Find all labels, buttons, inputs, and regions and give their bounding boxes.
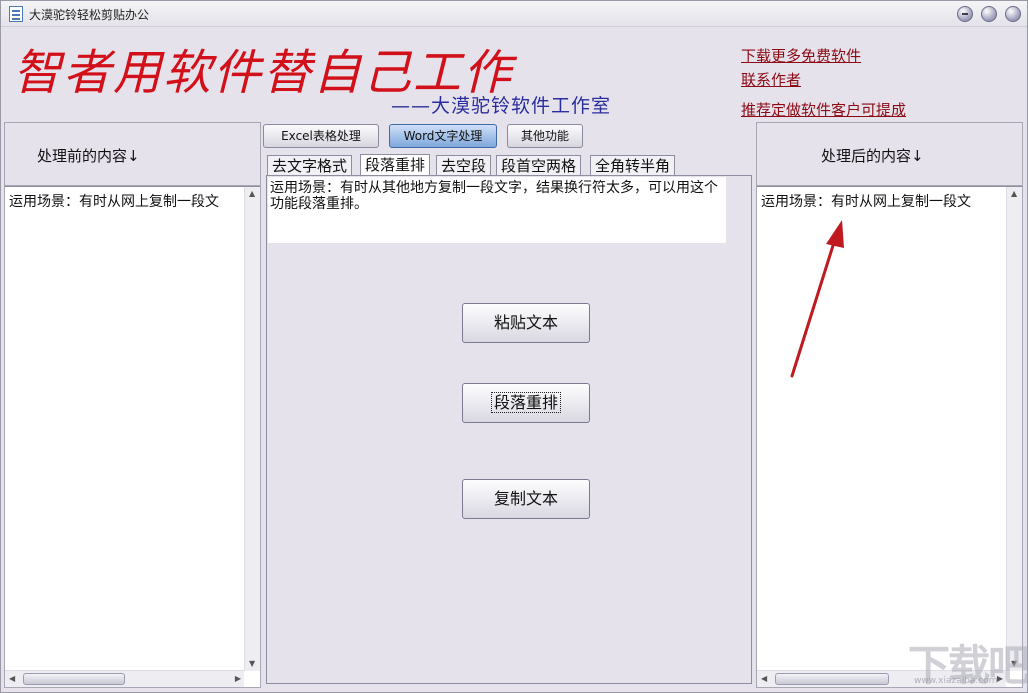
copy-text-button[interactable]: 复制文本 — [462, 479, 590, 519]
tab-remove-empty-paragraphs[interactable]: 去空段 — [436, 155, 492, 176]
scroll-down-icon[interactable]: ▼ — [249, 659, 255, 669]
before-panel-header: 处理前的内容↓ — [5, 123, 260, 186]
before-text: 运用场景：有时从网上复制一段文 — [9, 194, 219, 210]
before-panel: 处理前的内容↓ 运用场景：有时从网上复制一段文 ▲ ▼ ◀ ▶ — [4, 122, 261, 688]
tab-indent-two-spaces[interactable]: 段首空两格 — [496, 155, 582, 176]
before-vertical-scrollbar[interactable]: ▲ ▼ — [244, 187, 260, 671]
watermark-url: www.xiazaiba.com — [914, 676, 998, 686]
feature-description: 运用场景：有时从其他地方复制一段文字，结果换行符太多，可以用这个功能段落重排。 — [268, 177, 726, 243]
download-more-link[interactable]: 下载更多免费软件 — [741, 45, 861, 66]
scroll-up-icon[interactable]: ▲ — [249, 189, 255, 199]
before-panel-title: 处理前的内容↓ — [37, 147, 140, 165]
after-panel-header: 处理后的内容↓ — [757, 123, 1022, 186]
tab-remove-format[interactable]: 去文字格式 — [267, 155, 353, 176]
function-area: Excel表格处理 Word文字处理 其他功能 去文字格式 段落重排 去空段 段… — [261, 122, 756, 688]
after-vertical-scrollbar[interactable]: ▲ ▼ — [1006, 187, 1022, 671]
app-document-icon — [9, 6, 23, 22]
before-horizontal-scrollbar[interactable]: ◀ ▶ — [5, 670, 244, 687]
scroll-left-icon[interactable]: ◀ — [761, 674, 767, 684]
tab-paragraph-reflow[interactable]: 段落重排 — [360, 154, 431, 177]
close-button[interactable] — [1005, 6, 1021, 22]
maximize-button[interactable] — [981, 6, 997, 22]
scroll-right-icon[interactable]: ▶ — [235, 674, 241, 684]
scroll-up-icon[interactable]: ▲ — [1011, 189, 1017, 199]
after-text: 运用场景：有时从网上复制一段文 — [761, 194, 971, 210]
title-bar: 大漠驼铃轻松剪贴办公 — [1, 1, 1027, 27]
window-title: 大漠驼铃轻松剪贴办公 — [29, 8, 150, 22]
watermark: 下载吧 www.xiazaiba.com — [908, 632, 1028, 690]
other-functions-button[interactable]: 其他功能 — [507, 124, 583, 148]
reflow-button-label: 段落重排 — [490, 392, 561, 413]
word-mode-button[interactable]: Word文字处理 — [389, 124, 497, 148]
scroll-left-icon[interactable]: ◀ — [9, 674, 15, 684]
after-hscroll-thumb[interactable] — [775, 673, 889, 685]
tab-page: 运用场景：有时从其他地方复制一段文字，结果换行符太多，可以用这个功能段落重排。 … — [266, 175, 752, 684]
minimize-button[interactable] — [957, 6, 973, 22]
paste-text-button[interactable]: 粘贴文本 — [462, 303, 590, 343]
excel-mode-button[interactable]: Excel表格处理 — [263, 124, 379, 148]
studio-signature: ——大漠驼铃软件工作室 — [391, 95, 612, 117]
referral-link[interactable]: 推荐定做软件客户可提成 — [741, 99, 906, 120]
minimize-icon — [962, 13, 968, 15]
before-textbox[interactable]: 运用场景：有时从网上复制一段文 ▲ ▼ ◀ ▶ — [5, 186, 260, 687]
after-panel: 处理后的内容↓ 运用场景：有时从网上复制一段文 ▲ ▼ ◀ ▶ — [756, 122, 1023, 688]
reflow-paragraphs-button[interactable]: 段落重排 — [462, 383, 590, 423]
banner: 智者用软件替自己工作 ——大漠驼铃软件工作室 下载更多免费软件 联系作者 推荐定… — [5, 27, 1025, 123]
before-hscroll-thumb[interactable] — [23, 673, 125, 685]
after-panel-title: 处理后的内容↓ — [821, 147, 924, 165]
tab-fullwidth-to-halfwidth[interactable]: 全角转半角 — [590, 155, 676, 176]
contact-author-link[interactable]: 联系作者 — [741, 69, 801, 90]
annotation-arrow-icon — [790, 220, 844, 378]
